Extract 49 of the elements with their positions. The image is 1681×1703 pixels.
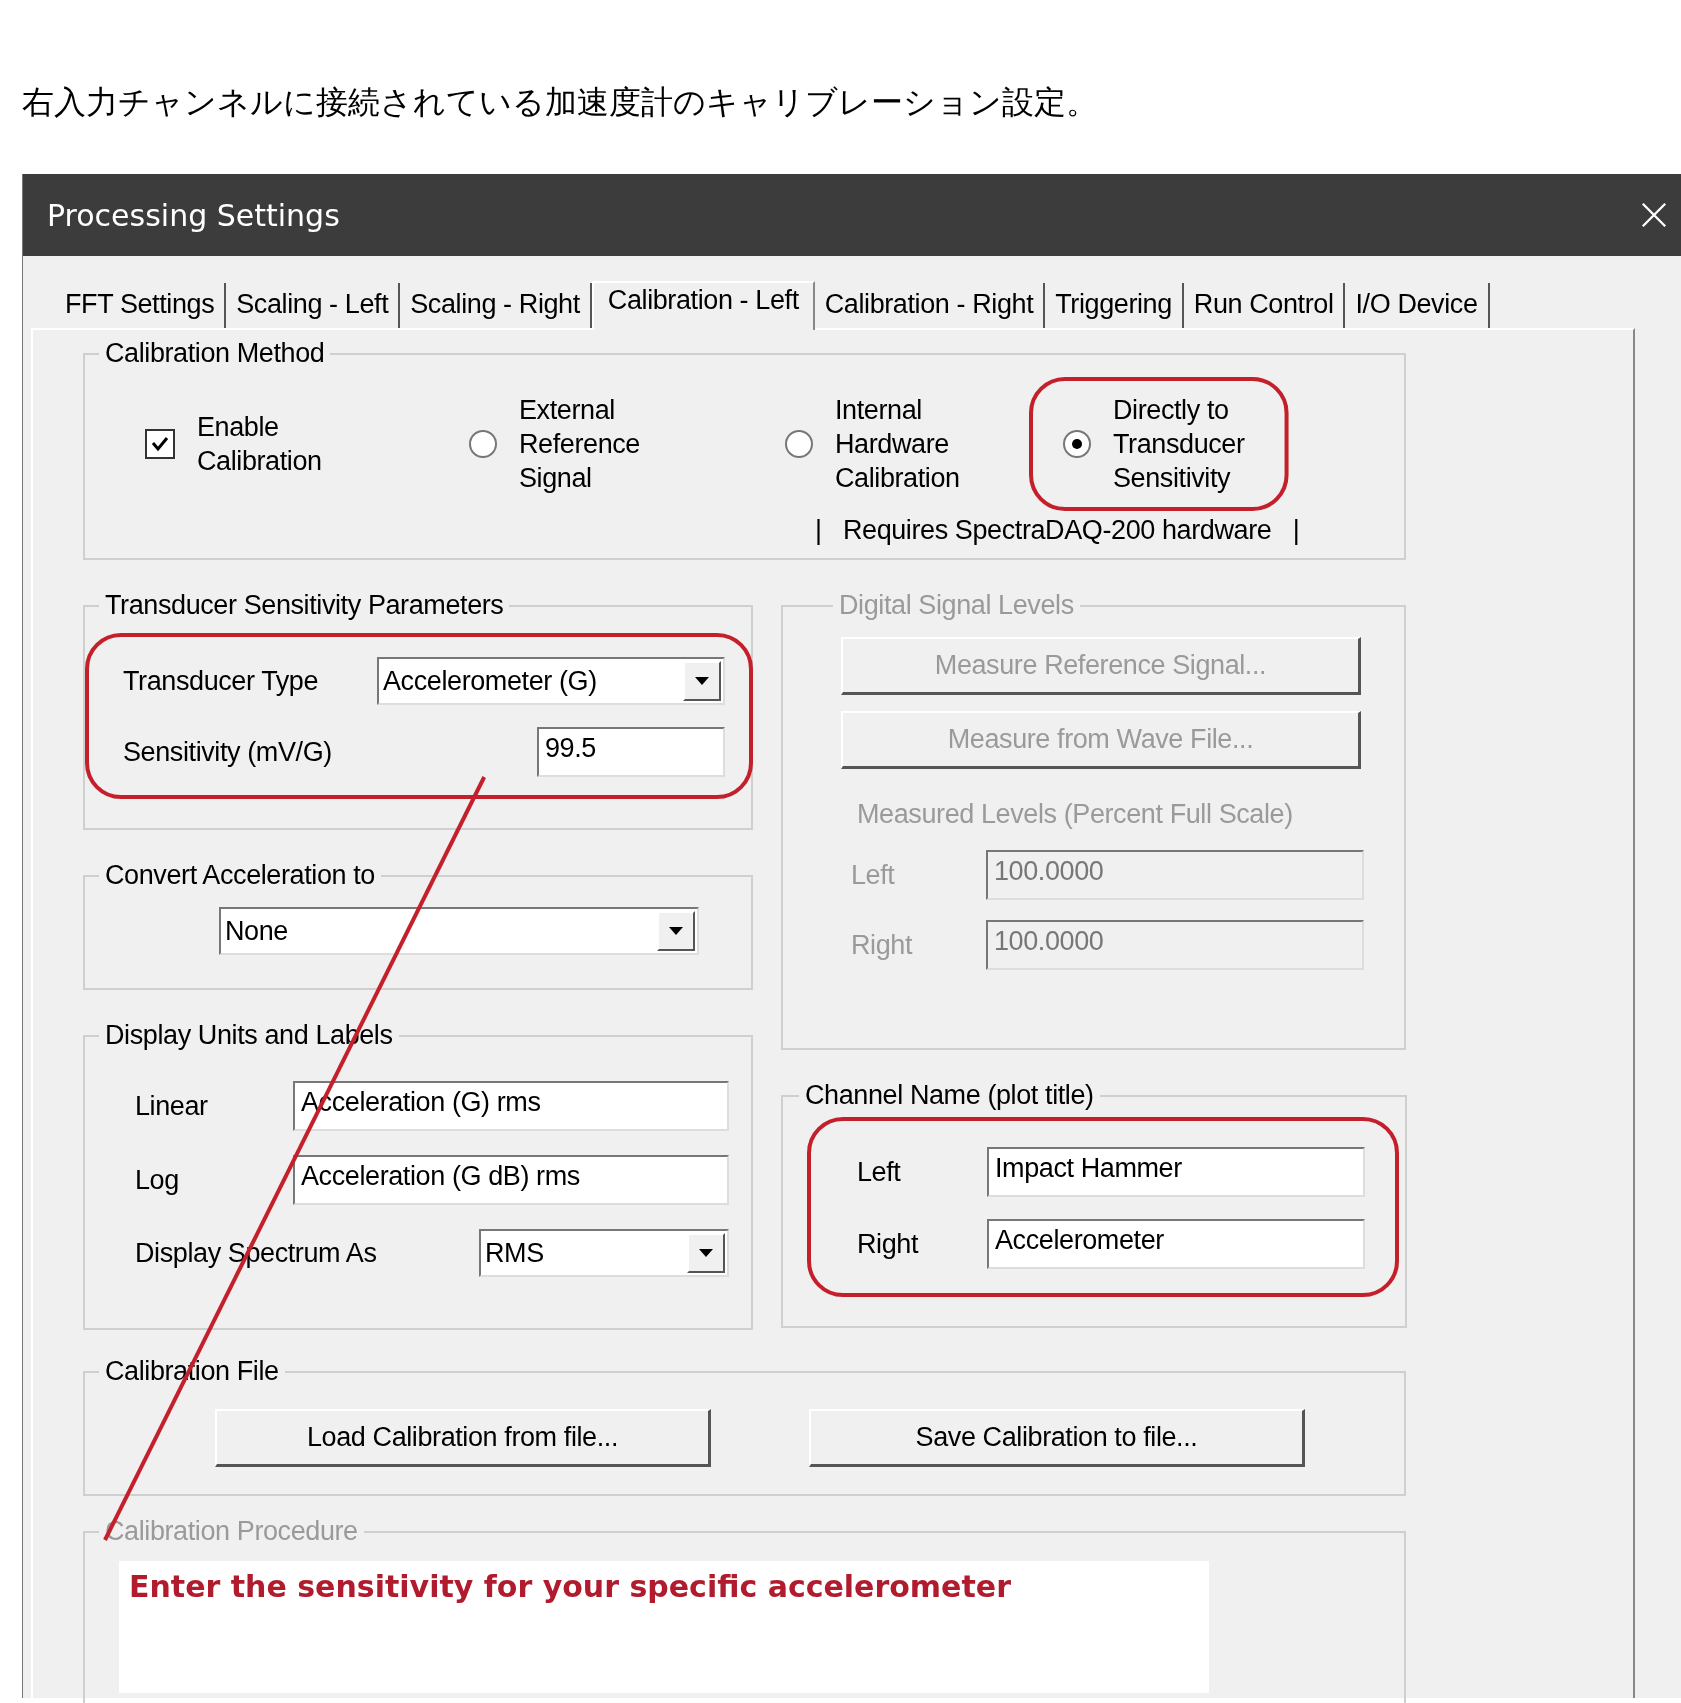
input-field: 100.0000 [986, 920, 1364, 970]
dropdown-button[interactable] [687, 1233, 725, 1273]
dropdown[interactable]: RMS [479, 1229, 729, 1277]
field-label: Sensitivity (mV/G) [123, 736, 332, 768]
group-title: Convert Acceleration to [104, 860, 376, 891]
group-title: Transducer Sensitivity Parameters [104, 590, 505, 621]
dropdown-button[interactable] [657, 911, 695, 951]
dropdown-value: RMS [484, 1237, 545, 1269]
dropdown-button[interactable] [683, 661, 721, 701]
hardware-note: | Requires SpectraDAQ-200 hardware | [815, 515, 1300, 546]
checkbox[interactable] [145, 429, 175, 459]
measured-levels-label: Measured Levels (Percent Full Scale) [857, 799, 1294, 830]
input-field[interactable]: 99.5 [537, 727, 725, 777]
checkbox-label: Enable Calibration [197, 411, 322, 478]
radio-button[interactable] [785, 430, 813, 458]
input-field: 100.0000 [986, 850, 1364, 900]
field-label: Linear [135, 1090, 209, 1122]
field-label: Log [135, 1164, 180, 1196]
group-title: Digital Signal Levels [838, 590, 1075, 621]
caret-icon [695, 677, 709, 685]
group-title: Calibration Method [104, 338, 326, 369]
field-label: Right [857, 1228, 920, 1260]
radio-button[interactable] [1063, 430, 1091, 458]
dropdown[interactable]: Accelerometer (G) [377, 657, 725, 705]
field-label: Left [857, 1156, 902, 1188]
field-label: Right [850, 929, 913, 961]
input-field[interactable]: Impact Hammer [987, 1147, 1365, 1197]
file-button[interactable]: Load Calibration from file... [215, 1409, 711, 1467]
group-title: Channel Name (plot title) [804, 1080, 1095, 1111]
radio-button[interactable] [469, 430, 497, 458]
tab[interactable]: Calibration - Left [591, 281, 815, 330]
dropdown-value: Accelerometer (G) [382, 665, 598, 697]
input-field[interactable]: Accelerometer [987, 1219, 1365, 1269]
caret-icon [669, 927, 683, 935]
checkmark-icon [150, 434, 170, 454]
field-label: Transducer Type [123, 665, 319, 697]
caret-icon [699, 1249, 713, 1257]
caption-text: 右入力チャンネルに接続されている加速度計のキャリブレーション設定。 [21, 82, 1098, 122]
radio-label: Directly to Transducer Sensitivity [1113, 394, 1245, 495]
field-label: Left [850, 859, 895, 891]
instruction-text: Enter the sensitivity for your specific accelerometer [119, 1561, 1209, 1693]
close-icon[interactable] [1640, 201, 1668, 229]
file-button[interactable]: Save Calibration to file... [809, 1409, 1305, 1467]
input-field[interactable]: Acceleration (G dB) rms [293, 1155, 729, 1205]
radio-label: External Reference Signal [519, 394, 640, 495]
window-title: Processing Settings [47, 197, 340, 233]
dropdown-value: None [224, 915, 289, 947]
dropdown[interactable]: None [219, 907, 699, 955]
radio-label: Internal Hardware Calibration [835, 394, 960, 495]
